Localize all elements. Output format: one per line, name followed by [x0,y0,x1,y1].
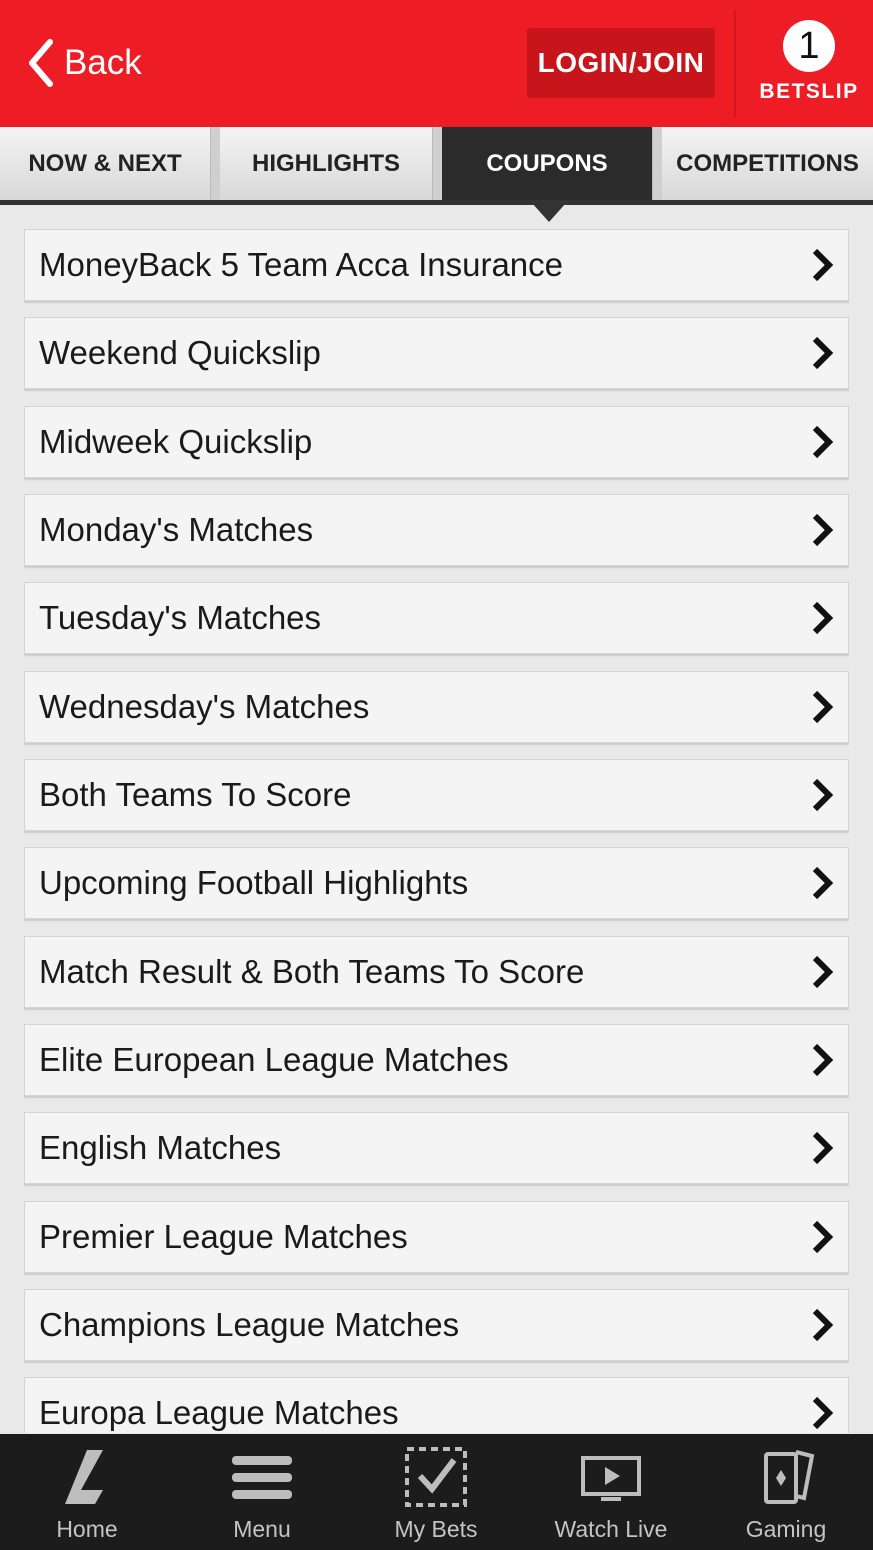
betslip-button[interactable]: 1 BETSLIP [750,18,868,108]
back-label: Back [64,43,142,82]
tab-now-and-next[interactable]: NOW & NEXT [0,127,211,200]
coupon-label: Premier League Matches [39,1218,408,1255]
my-bets-icon [405,1447,467,1507]
menu-icon [232,1456,292,1499]
chevron-right-icon [812,513,834,547]
header-divider [734,10,736,117]
coupon-item-champions-league[interactable]: Champions League Matches [24,1289,849,1361]
nav-watch-live-label: Watch Live [554,1516,668,1542]
nav-watch-live[interactable]: Watch Live [524,1434,698,1550]
watch-live-icon [581,1456,641,1501]
coupon-label: Match Result & Both Teams To Score [39,953,585,990]
bottom-nav: Home Menu My Bets Watch Live Gaming [0,1434,873,1550]
app-header: Back LOGIN/JOIN 1 BETSLIP [0,0,873,127]
coupon-item-upcoming-football-highlights[interactable]: Upcoming Football Highlights [24,847,849,919]
coupon-label: Upcoming Football Highlights [39,864,469,901]
nav-my-bets[interactable]: My Bets [349,1434,523,1550]
chevron-right-icon [812,1043,834,1077]
coupon-item-tuesdays-matches[interactable]: Tuesday's Matches [24,582,849,654]
coupon-label: Both Teams To Score [39,776,352,813]
coupon-item-mondays-matches[interactable]: Monday's Matches [24,494,849,566]
coupon-item-english-matches[interactable]: English Matches [24,1112,849,1184]
chevron-right-icon [812,1308,834,1342]
chevron-right-icon [812,778,834,812]
nav-home[interactable]: Home [0,1434,174,1550]
chevron-left-icon [26,38,56,88]
chevron-right-icon [812,955,834,989]
nav-home-label: Home [56,1516,118,1542]
coupon-label: Monday's Matches [39,511,314,548]
gaming-icon [764,1450,815,1504]
chevron-right-icon [812,1131,834,1165]
back-button[interactable]: Back [26,36,142,90]
coupon-label: Europa League Matches [39,1394,399,1431]
tab-coupons[interactable]: COUPONS [442,127,653,200]
chevron-right-icon [812,336,834,370]
coupon-item-premier-league[interactable]: Premier League Matches [24,1201,849,1273]
chevron-right-icon [812,866,834,900]
tab-bar-underline [0,200,873,205]
chevron-right-icon [812,690,834,724]
coupon-label: MoneyBack 5 Team Acca Insurance [39,246,564,283]
chevron-right-icon [812,425,834,459]
nav-gaming-label: Gaming [745,1516,827,1542]
active-tab-pointer [532,203,566,222]
chevron-right-icon [812,248,834,282]
coupon-label: Tuesday's Matches [39,599,322,636]
coupon-label: Midweek Quickslip [39,423,313,460]
nav-my-bets-label: My Bets [394,1516,478,1542]
coupon-label: Elite European League Matches [39,1041,509,1078]
coupon-item-elite-european-league[interactable]: Elite European League Matches [24,1024,849,1096]
chevron-right-icon [812,1220,834,1254]
coupon-label: Weekend Quickslip [39,334,321,371]
nav-menu[interactable]: Menu [175,1434,349,1550]
coupon-label: English Matches [39,1129,282,1166]
nav-menu-label: Menu [233,1516,291,1542]
nav-gaming[interactable]: Gaming [699,1434,873,1550]
coupon-label: Wednesday's Matches [39,688,370,725]
tab-competitions[interactable]: COMPETITIONS [662,127,873,200]
login-join-button[interactable]: LOGIN/JOIN [527,28,715,98]
coupon-item-weekend-quickslip[interactable]: Weekend Quickslip [24,317,849,389]
coupon-label: Champions League Matches [39,1306,460,1343]
betslip-label: BETSLIP [759,80,859,103]
coupon-item-wednesdays-matches[interactable]: Wednesday's Matches [24,671,849,743]
coupon-item-match-result-btts[interactable]: Match Result & Both Teams To Score [24,936,849,1008]
chevron-right-icon [812,1396,834,1430]
coupon-item-moneyback-acca[interactable]: MoneyBack 5 Team Acca Insurance [24,229,849,301]
chevron-right-icon [812,601,834,635]
home-logo-icon [65,1450,103,1504]
coupon-item-midweek-quickslip[interactable]: Midweek Quickslip [24,406,849,478]
coupon-item-both-teams-to-score[interactable]: Both Teams To Score [24,759,849,831]
tab-bar: NOW & NEXT HIGHLIGHTS COUPONS COMPETITIO… [0,127,873,204]
betslip-count-badge: 1 [783,20,835,72]
coupon-list: MoneyBack 5 Team Acca Insurance Weekend … [24,229,849,1433]
tab-highlights[interactable]: HIGHLIGHTS [220,127,433,200]
coupon-item-europa-league[interactable]: Europa League Matches [24,1377,849,1433]
